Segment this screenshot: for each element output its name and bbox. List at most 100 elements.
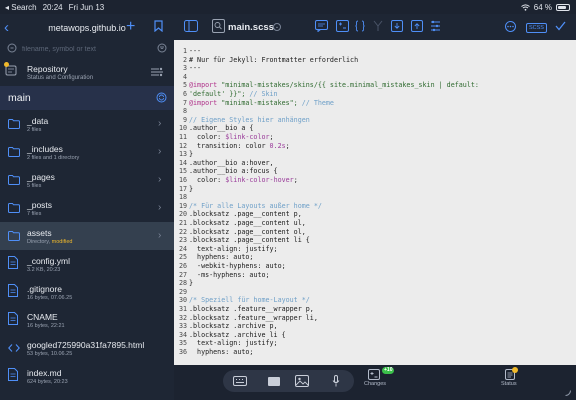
code-token: -ms-hyphens: auto; [189, 270, 270, 279]
code-token: --- [189, 64, 202, 73]
changes-icon[interactable] [368, 369, 380, 380]
line-number: 23 [178, 236, 187, 245]
wifi-icon [520, 4, 530, 11]
code-line: 12 transition: color 0.2s; [174, 142, 290, 150]
microphone-icon[interactable] [332, 375, 340, 387]
file-list-item[interactable]: _config.yml 3.2 KB, 20:23 [0, 250, 174, 278]
file-list-item[interactable]: assets Directory, modified › [0, 222, 174, 250]
line-number: 19 [178, 201, 187, 210]
code-line: 21 .blocksatz .page__content ul, [174, 219, 306, 227]
code-token: .blocksatz .page__content ul, [189, 219, 306, 227]
code-line: 5 @import "minimal-mistakes/skins/{{ site… [174, 81, 479, 89]
code-token: $link-color-hover [225, 176, 294, 184]
image-icon[interactable] [295, 375, 309, 387]
sync-icon[interactable] [156, 92, 167, 103]
language-badge[interactable]: SCSS [526, 23, 547, 33]
chat-icon[interactable] [315, 20, 328, 32]
keyboard-icon[interactable] [233, 376, 247, 386]
checkmark-icon[interactable] [555, 21, 566, 31]
filter-icon[interactable] [157, 43, 167, 53]
code-line: 15 .author__bio a:focus { [174, 167, 278, 175]
line-number: 26 [178, 262, 187, 270]
diff-icon[interactable] [336, 20, 349, 32]
code-token: } [189, 150, 194, 159]
folder-icon [8, 119, 20, 129]
file-name: _posts [27, 200, 53, 210]
file-list-item[interactable]: index.md 624 bytes, 20:23 [0, 362, 174, 390]
branch-selector[interactable]: main [0, 86, 174, 110]
open-file-title[interactable]: main.scss [228, 22, 274, 33]
code-line: 33 .blocksatz .archive p, [174, 322, 278, 330]
code-token: "minimal-mistakes"; [217, 98, 298, 107]
line-number: 35 [178, 339, 187, 348]
chevron-right-icon: › [158, 174, 162, 185]
code-editor[interactable]: 1 --- 2 # Nur für Jekyll: Frontmatter erfor… [174, 40, 576, 365]
line-number: 28 [178, 279, 187, 288]
code-line: 3 --- [174, 64, 201, 72]
file-name: _includes [27, 144, 63, 154]
code-line: 36 hyphens: auto; [174, 348, 253, 356]
status-tab-label[interactable]: Status [501, 381, 517, 387]
repository-settings-icon[interactable] [150, 67, 164, 77]
code-line: 8 [174, 107, 189, 115]
bookmark-icon[interactable] [154, 20, 163, 32]
code-token: .author__bio a { [189, 124, 254, 133]
file-list-item[interactable]: .gitignore 16 bytes, 07.06.25 [0, 278, 174, 306]
folder-icon [8, 231, 20, 241]
changes-tab-label[interactable]: Changes [364, 381, 386, 387]
code-line: 4 [174, 73, 189, 81]
back-to-app-link[interactable]: ◂ Search [5, 3, 37, 12]
code-token: .blocksatz .feature__wrapper li, [189, 313, 318, 322]
file-list-item[interactable]: googled725990a31fa7895.html 53 bytes, 10.… [0, 334, 174, 362]
line-number: 32 [178, 313, 187, 322]
line-number: 7 [182, 98, 187, 107]
code-token: // Skin [245, 90, 278, 98]
file-type-icon [212, 19, 225, 33]
line-number: 6 [182, 90, 187, 98]
changes-count-badge: +10 [382, 367, 395, 374]
file-list-item[interactable]: _includes 2 files and 1 directory › [0, 138, 174, 166]
code-token: text-align: justify; [189, 339, 278, 348]
code-token: ; [285, 141, 290, 150]
line-number: 33 [178, 322, 187, 331]
repository-status-row[interactable]: Repository Status and Configuration [0, 58, 174, 86]
upload-icon[interactable] [411, 20, 423, 32]
merge-icon[interactable] [373, 20, 383, 32]
file-name: _pages [27, 172, 55, 182]
code-line: 10 .author__bio a { [174, 124, 253, 132]
file-list-item[interactable]: _pages 5 files › [0, 166, 174, 194]
code-line: 32 .blocksatz .feature__wrapper li, [174, 314, 318, 322]
file-meta-text: 3.2 KB, 20:23 [27, 267, 61, 273]
history-icon[interactable] [430, 20, 441, 32]
rectangle-icon[interactable] [268, 377, 280, 386]
code-line: 20 .blocksatz .page__content p, [174, 210, 302, 218]
chevron-right-icon: › [158, 230, 162, 241]
file-meta-text: 7 files [27, 211, 42, 217]
line-number: 18 [178, 193, 187, 202]
file-list-item[interactable]: _data 2 files › [0, 110, 174, 138]
file-search-input[interactable] [22, 41, 150, 57]
download-icon[interactable] [391, 20, 403, 32]
file-list: _data 2 files › _includes 2 files and 1 dire… [0, 110, 174, 390]
braces-icon[interactable] [355, 20, 365, 32]
branch-name: main [8, 92, 31, 104]
more-options-icon[interactable] [505, 21, 516, 32]
sidebar-toggle-icon[interactable] [184, 20, 198, 32]
add-file-button[interactable]: + [126, 18, 135, 36]
file-name: googled725990a31fa7895.html [27, 340, 145, 350]
file-list-item[interactable]: _posts 7 files › [0, 194, 174, 222]
resize-handle-icon[interactable] [565, 390, 571, 396]
line-number: 13 [178, 150, 187, 159]
clock: 20:24 [42, 3, 63, 12]
file-menu-chevron-icon[interactable]: ⌄ [273, 23, 281, 31]
line-number: 14 [178, 158, 187, 167]
line-number: 1 [182, 47, 187, 55]
file-meta-text: Directory, [27, 239, 52, 245]
code-line: 14 .author__bio a:hover, [174, 159, 274, 167]
code-line: 13} [174, 150, 193, 158]
document-icon [8, 284, 18, 297]
code-token: color: [189, 133, 226, 141]
code-token: // Theme [297, 98, 334, 107]
file-list-item[interactable]: CNAME 16 bytes, 22:21 [0, 306, 174, 334]
folder-icon [8, 203, 20, 213]
